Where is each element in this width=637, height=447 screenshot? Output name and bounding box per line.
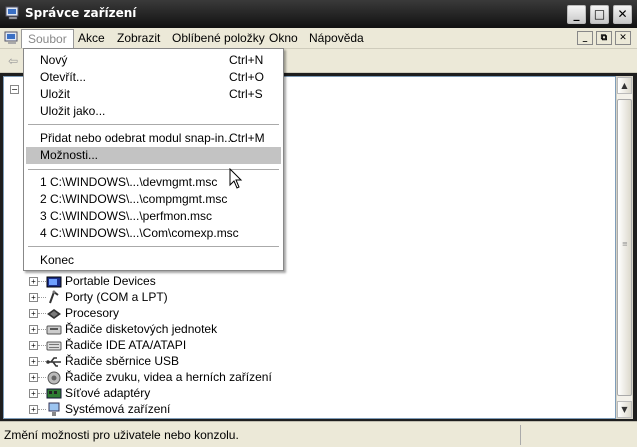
menu-napoveda[interactable]: Nápověda [303,29,370,48]
menu-item-label: Nový [40,53,68,67]
floppy-controller-icon [46,325,62,335]
expand-toggle[interactable]: + [29,357,38,366]
expand-toggle[interactable]: + [29,405,38,414]
menu-item-recent-3[interactable]: 3 C:\WINDOWS\...\perfmon.msc [26,208,281,225]
menu-item-label: Uložit [40,87,71,101]
menu-separator [28,124,279,125]
scroll-up-button[interactable]: ▲ [617,77,632,94]
grip-icon: ≡ [622,240,628,248]
scroll-down-button[interactable]: ▼ [617,401,632,418]
menu-akce[interactable]: Akce [72,29,111,48]
tree-item-label: Porty (COM a LPT) [65,290,168,304]
menu-item-shortcut: Ctrl+O [229,70,265,84]
tree-item-label: Řadiče zvuku, videa a herních zařízení [65,370,272,384]
back-arrow-icon[interactable]: ⇦ [8,54,18,68]
expand-toggle[interactable]: + [29,309,38,318]
menu-item-recent-2[interactable]: 2 C:\WINDOWS\...\compmgmt.msc [26,191,281,208]
expand-toggle[interactable]: + [29,277,38,286]
usb-icon [46,357,61,367]
status-divider [520,425,521,445]
menu-item-recent-4[interactable]: 4 C:\WINDOWS\...\Com\comexp.msc [26,225,281,242]
menu-item-shortcut: Ctrl+N [229,53,264,67]
menu-item-snap-in[interactable]: Přidat nebo odebrat modul snap-in... Ctr… [26,130,281,147]
close-button[interactable]: ✕ [613,5,632,24]
menu-item-otevrit[interactable]: Otevřít... Ctrl+O [26,69,281,86]
mdi-minimize-button[interactable]: _ [577,31,593,45]
menu-item-ulozit[interactable]: Uložit Ctrl+S [26,86,281,103]
menu-item-moznosti[interactable]: Možnosti... [26,147,281,164]
tree-item-label: Řadiče IDE ATA/ATAPI [65,338,187,352]
port-icon [49,290,59,304]
tree-item-label: Řadiče sběrnice USB [65,354,180,368]
expand-toggle[interactable]: + [29,341,38,350]
ide-controller-icon [46,341,62,351]
root-collapse-toggle[interactable]: − [10,85,19,94]
expand-toggle[interactable]: + [29,389,38,398]
window-title: Správce zařízení [25,6,137,20]
system-device-icon [48,402,60,416]
mdi-close-button[interactable]: ✕ [615,31,631,45]
menu-item-label: Konec [40,253,75,267]
vertical-scrollbar[interactable]: ▲ ≡ ▼ [616,76,633,419]
expand-toggle[interactable]: + [29,293,38,302]
minimize-button[interactable]: _ [567,5,586,24]
menu-item-label: 1 C:\WINDOWS\...\devmgmt.msc [40,175,218,189]
menu-item-label: Uložit jako... [40,104,106,118]
computer-icon [5,6,19,20]
mdi-restore-button[interactable]: ⧉ [596,31,612,45]
tree-item-label: Procesory [65,306,120,320]
status-text: Změní možnosti pro uživatele nebo konzol… [4,428,239,442]
device-manager-window: Správce zařízení _ □ ✕ Soubor Akce Zobra… [0,0,637,447]
menu-item-label: 2 C:\WINDOWS\...\compmgmt.msc [40,192,228,206]
maximize-button[interactable]: □ [590,5,609,24]
expand-toggle[interactable]: + [29,373,38,382]
processor-icon [47,309,61,319]
menu-item-ulozit-jako[interactable]: Uložit jako... [26,103,281,120]
menu-separator [28,246,279,247]
menu-okno[interactable]: Okno [263,29,304,48]
sound-icon [47,371,61,385]
network-adapter-icon [46,388,62,399]
title-bar[interactable]: Správce zařízení _ □ ✕ [0,0,637,28]
menu-oblibene-polozky[interactable]: Oblíbené položky [166,29,271,48]
status-bar: Změní možnosti pro uživatele nebo konzol… [0,421,637,447]
expand-toggle[interactable]: + [29,325,38,334]
menu-item-novy[interactable]: Nový Ctrl+N [26,52,281,69]
menu-item-konec[interactable]: Konec [26,252,281,269]
menu-item-shortcut: Ctrl+S [229,87,263,101]
scroll-thumb[interactable]: ≡ [617,99,632,396]
tree-item-label: Síťové adaptéry [65,386,151,400]
menu-item-label: 4 C:\WINDOWS\...\Com\comexp.msc [40,226,239,240]
portable-device-icon [46,276,62,288]
menu-bar: Soubor Akce Zobrazit Oblíbené položky Ok… [0,28,637,49]
tree-item-label: Systémová zařízení [65,402,171,416]
tree-item-label: Řadiče disketových jednotek [65,322,218,336]
menu-soubor[interactable]: Soubor [21,29,74,48]
console-icon[interactable] [4,31,20,45]
menu-item-label: Možnosti... [40,148,99,162]
menu-item-label: Otevřít... [40,70,87,84]
tree-item-label: Portable Devices [65,274,156,288]
file-menu-dropdown: Nový Ctrl+N Otevřít... Ctrl+O Uložit Ctr… [23,48,284,271]
menu-item-label: Přidat nebo odebrat modul snap-in... [40,131,235,145]
mouse-cursor-icon [229,168,243,189]
menu-item-label: 3 C:\WINDOWS\...\perfmon.msc [40,209,213,223]
menu-item-shortcut: Ctrl+M [229,131,265,145]
menu-zobrazit[interactable]: Zobrazit [111,29,166,48]
